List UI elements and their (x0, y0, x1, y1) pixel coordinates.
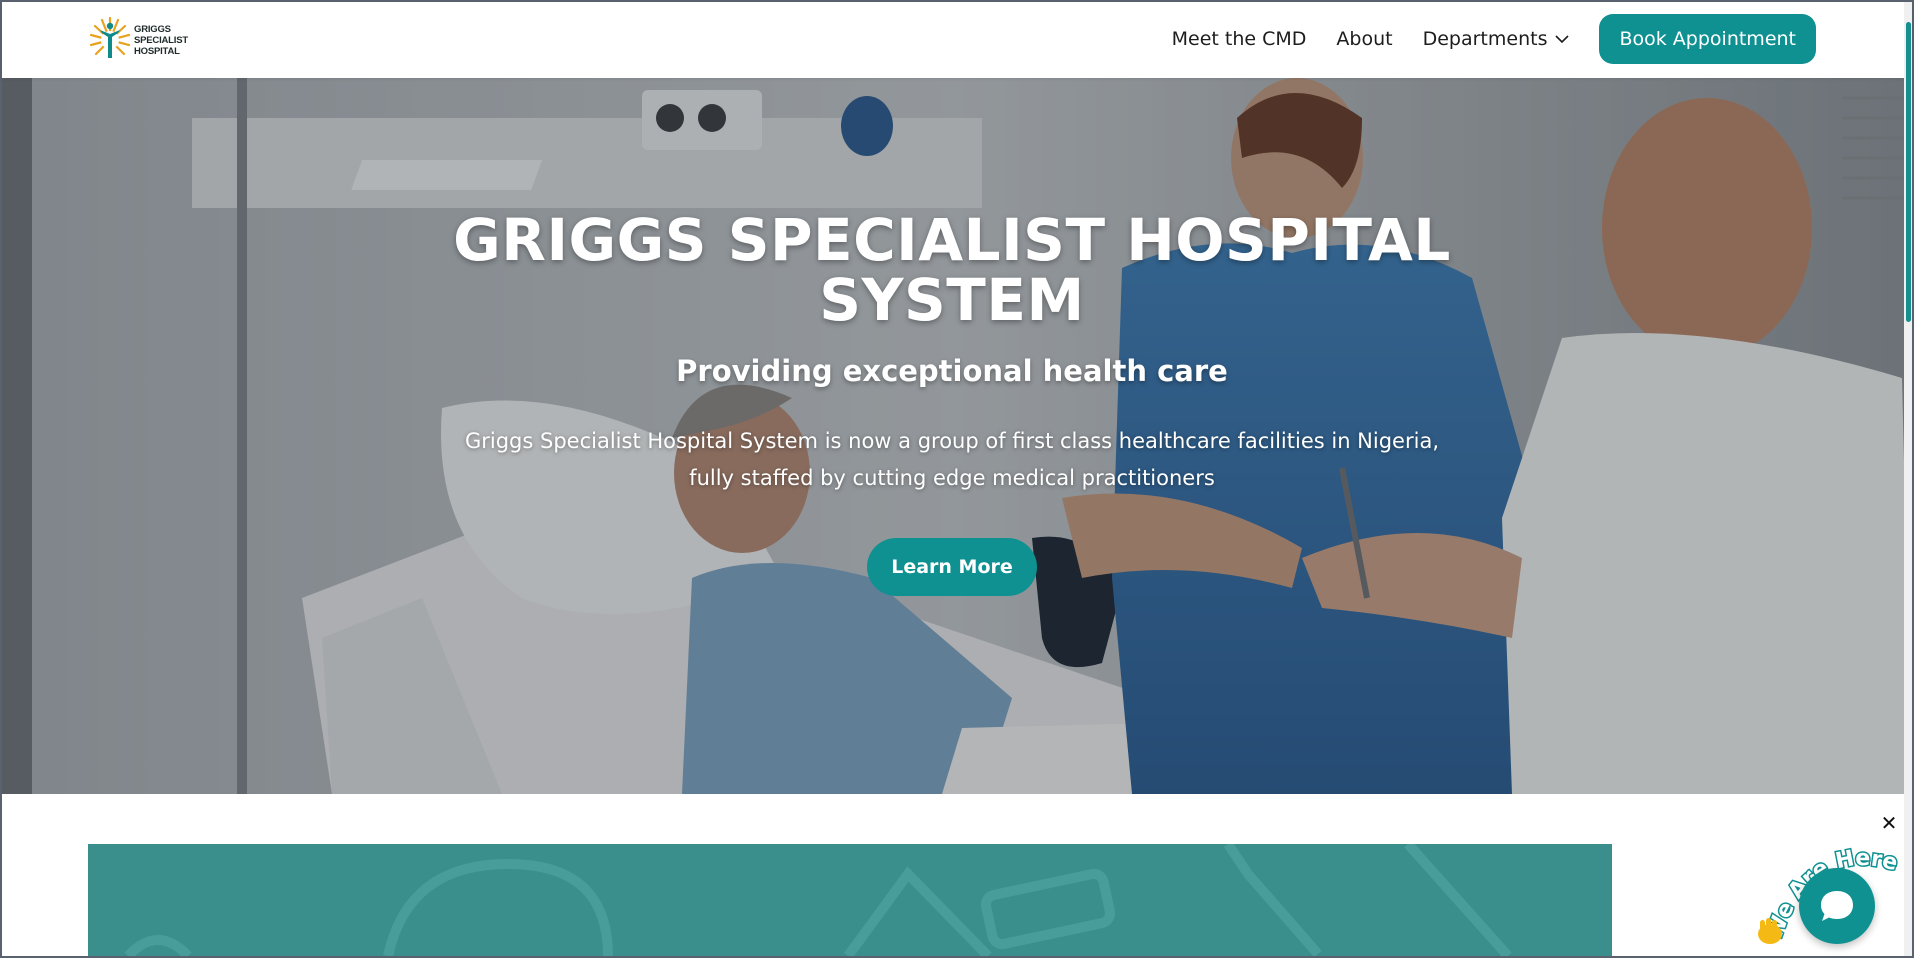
logo[interactable]: GRIGGS SPECIALIST HOSPITAL (88, 12, 198, 68)
book-appointment-button[interactable]: Book Appointment (1599, 14, 1816, 64)
nav-meet-the-cmd[interactable]: Meet the CMD (1172, 28, 1307, 50)
hero-title-line-2: SYSTEM (819, 266, 1085, 334)
main-nav: Meet the CMD About Departments Book Appo… (1172, 14, 1816, 64)
nav-about-label: About (1336, 28, 1393, 50)
book-appointment-label: Book Appointment (1619, 28, 1796, 50)
chat-close-button[interactable]: ✕ (1878, 812, 1900, 834)
hero-title-line-1: GRIGGS SPECIALIST HOSPITAL (453, 206, 1451, 274)
hero-description: Griggs Specialist Hospital System is now… (2, 423, 1902, 497)
logo-text: GRIGGS SPECIALIST HOSPITAL (134, 24, 188, 57)
scrollbar-thumb[interactable] (1906, 22, 1911, 322)
learn-more-button[interactable]: Learn More (867, 538, 1037, 596)
chat-bubble-icon (1821, 891, 1853, 921)
logo-line-3: HOSPITAL (134, 45, 180, 57)
teal-pattern-background (124, 844, 1512, 956)
logo-line-1: GRIGGS (134, 23, 171, 35)
nav-meet-the-cmd-label: Meet the CMD (1171, 28, 1307, 50)
chevron-down-icon (1555, 35, 1570, 44)
teal-feature-section (88, 844, 1612, 956)
hero-description-line-2: fully staffed by cutting edge medical pr… (689, 466, 1215, 490)
hero-description-line-1: Griggs Specialist Hospital System is now… (464, 429, 1439, 453)
logo-sunburst-icon (89, 16, 131, 58)
nav-departments[interactable]: Departments (1423, 28, 1570, 50)
site-header: GRIGGS SPECIALIST HOSPITAL Meet the CMD … (2, 2, 1912, 78)
hero-subtitle: Providing exceptional health care (676, 354, 1228, 388)
learn-more-label: Learn More (891, 556, 1013, 578)
page-scrollbar[interactable] (1904, 2, 1912, 956)
hero-content: GRIGGS SPECIALIST HOSPITAL SYSTEM Provid… (2, 78, 1912, 794)
hero-section: GRIGGS SPECIALIST HOSPITAL SYSTEM Provid… (2, 78, 1912, 794)
nav-about[interactable]: About (1336, 28, 1392, 50)
chat-launcher-button[interactable] (1799, 868, 1875, 944)
hero-title: GRIGGS SPECIALIST HOSPITAL SYSTEM (2, 210, 1902, 330)
logo-line-2: SPECIALIST (134, 34, 188, 46)
nav-departments-label: Departments (1422, 28, 1548, 50)
